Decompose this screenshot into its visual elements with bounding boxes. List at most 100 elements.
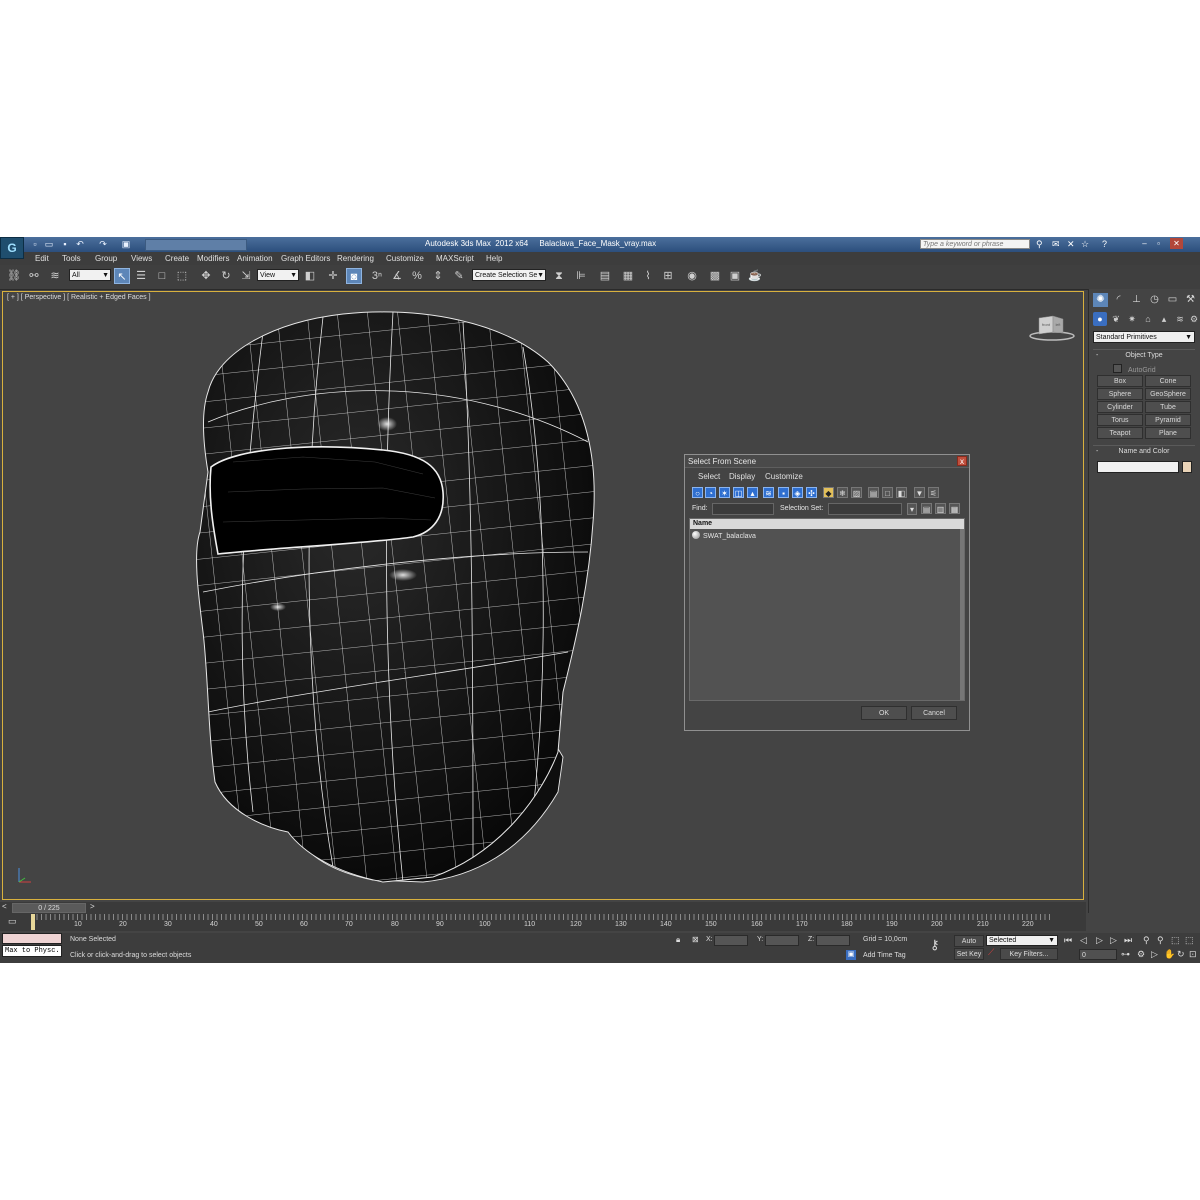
- filter-settings-icon[interactable]: ⚟: [928, 487, 939, 498]
- snaps-toggle-icon[interactable]: 3ⁿ: [369, 268, 385, 284]
- key-filter-icon[interactable]: ⟋: [988, 947, 994, 958]
- z-coordinate-field[interactable]: [816, 935, 850, 946]
- add-to-set-icon[interactable]: ▥: [935, 503, 946, 514]
- object-name-field[interactable]: [1097, 461, 1179, 473]
- previous-frame-icon[interactable]: ◁: [1080, 935, 1087, 945]
- systems-icon[interactable]: ⚙: [1187, 312, 1200, 326]
- name-and-color-rollout[interactable]: - Name and Color: [1093, 445, 1195, 457]
- object-type-rollout[interactable]: - Object Type: [1093, 349, 1195, 361]
- display-frozen-icon[interactable]: ❄: [837, 487, 848, 498]
- material-editor-icon[interactable]: ◉: [684, 268, 700, 284]
- box-button[interactable]: Box: [1097, 375, 1143, 387]
- menu-customize[interactable]: Customize: [386, 254, 424, 263]
- select-object-icon[interactable]: ↖: [114, 268, 130, 284]
- x-coordinate-field[interactable]: [714, 935, 748, 946]
- cone-button[interactable]: Cone: [1145, 375, 1191, 387]
- new-file-icon[interactable]: ▫: [30, 239, 40, 249]
- modify-tab-icon[interactable]: ◜: [1111, 293, 1126, 307]
- display-cameras-icon[interactable]: ◫: [733, 487, 744, 498]
- display-tab-icon[interactable]: ▭: [1165, 293, 1180, 307]
- selection-set-arrow-icon[interactable]: ▾: [907, 503, 917, 515]
- maxscript-listener-input[interactable]: [2, 933, 62, 944]
- workspace-field[interactable]: [145, 239, 247, 251]
- edit-named-selection-icon[interactable]: ✎: [451, 268, 467, 284]
- zoom-extents-all-icon[interactable]: ⬚: [1185, 935, 1194, 945]
- align-icon[interactable]: ⊫: [573, 268, 589, 284]
- project-folder-icon[interactable]: ▣: [121, 239, 131, 249]
- rendered-frame-window-icon[interactable]: ▣: [727, 268, 743, 284]
- orbit-icon[interactable]: ↻: [1177, 949, 1185, 959]
- select-invert-icon[interactable]: ◧: [896, 487, 907, 498]
- field-of-view-icon[interactable]: ▷: [1151, 949, 1158, 959]
- mirror-icon[interactable]: ⧗: [551, 268, 567, 284]
- pyramid-button[interactable]: Pyramid: [1145, 414, 1191, 426]
- save-icon[interactable]: ▪: [60, 239, 70, 249]
- menu-maxscript[interactable]: MAXScript: [436, 254, 474, 263]
- window-crossing-icon[interactable]: ⬚: [174, 268, 190, 284]
- list-scrollbar[interactable]: [960, 529, 964, 700]
- play-icon[interactable]: ▷: [1096, 935, 1103, 945]
- cameras-icon[interactable]: ⌂: [1141, 312, 1155, 326]
- create-tab-icon[interactable]: ✺: [1093, 293, 1108, 307]
- open-file-icon[interactable]: ▭: [44, 239, 54, 249]
- display-space-warps-icon[interactable]: ≋: [763, 487, 774, 498]
- filter-icon[interactable]: ▼: [914, 487, 925, 498]
- list-item[interactable]: SWAT_balaclava: [692, 531, 756, 542]
- select-and-move-icon[interactable]: ✥: [198, 268, 214, 284]
- graphite-modeling-icon[interactable]: ▦: [620, 268, 636, 284]
- select-all-icon[interactable]: ▤: [868, 487, 879, 498]
- menu-modifiers[interactable]: Modifiers: [197, 254, 229, 263]
- teapot-button[interactable]: Teapot: [1097, 427, 1143, 439]
- zoom-extents-icon[interactable]: ⬚: [1171, 935, 1180, 945]
- spinner-snap-icon[interactable]: ⇕: [430, 268, 446, 284]
- current-frame-field[interactable]: 0: [1079, 949, 1117, 960]
- menu-animation[interactable]: Animation: [237, 254, 273, 263]
- undo-icon[interactable]: ↶: [75, 239, 85, 249]
- object-color-swatch[interactable]: [1182, 461, 1192, 473]
- select-none-icon[interactable]: □: [882, 487, 893, 498]
- menu-edit[interactable]: Edit: [35, 254, 49, 263]
- favorites-icon[interactable]: ☆: [1081, 239, 1089, 249]
- select-by-name-icon[interactable]: ☰: [133, 268, 149, 284]
- add-time-tag[interactable]: Add Time Tag: [863, 952, 906, 959]
- absolute-mode-icon[interactable]: ⊠: [692, 935, 699, 944]
- go-to-start-icon[interactable]: ⏮: [1064, 935, 1072, 945]
- selection-filter-dropdown[interactable]: All ▼: [69, 269, 111, 281]
- menu-help[interactable]: Help: [486, 254, 502, 263]
- time-slider-next[interactable]: >: [90, 902, 95, 911]
- find-input[interactable]: [712, 503, 774, 515]
- maxscript-listener-output[interactable]: Max to Physc.: [2, 945, 62, 957]
- set-key-icon[interactable]: ⚷: [930, 937, 940, 953]
- binoculars-icon[interactable]: ⚲: [1036, 239, 1043, 249]
- menu-group[interactable]: Group: [95, 254, 117, 263]
- auto-key-button[interactable]: Auto Key: [954, 935, 984, 956]
- key-filters-button[interactable]: Key Filters...: [1000, 948, 1058, 960]
- minimize-button[interactable]: –: [1138, 238, 1151, 249]
- display-hidden-icon[interactable]: ▨: [851, 487, 862, 498]
- keyboard-shortcut-override-icon[interactable]: ◙: [346, 268, 362, 284]
- lights-icon[interactable]: ✷: [1125, 312, 1139, 326]
- menu-rendering[interactable]: Rendering: [337, 254, 374, 263]
- tube-button[interactable]: Tube: [1145, 401, 1191, 413]
- curve-editor-icon[interactable]: ⌇: [640, 268, 656, 284]
- name-column-header[interactable]: Name: [690, 519, 964, 529]
- pan-view-icon[interactable]: ✋: [1164, 949, 1175, 959]
- menu-views[interactable]: Views: [131, 254, 152, 263]
- search-input[interactable]: Type a keyword or phrase: [920, 239, 1030, 249]
- display-bones-icon[interactable]: ✣: [806, 487, 817, 498]
- select-and-link-icon[interactable]: ⛓: [6, 268, 22, 284]
- named-selection-dropdown[interactable]: Create Selection Se ▼: [472, 269, 546, 281]
- current-frame-marker[interactable]: [31, 914, 35, 930]
- menu-graph-editors[interactable]: Graph Editors: [281, 254, 330, 263]
- angle-snap-icon[interactable]: ∡: [389, 268, 405, 284]
- next-frame-icon[interactable]: ▷: [1110, 935, 1117, 945]
- reference-coordinate-dropdown[interactable]: View ▼: [257, 269, 299, 281]
- helpers-icon[interactable]: ▴: [1157, 312, 1171, 326]
- scene-object-list[interactable]: Name SWAT_balaclava: [689, 518, 965, 701]
- primitive-category-dropdown[interactable]: Standard Primitives ▼: [1093, 331, 1195, 343]
- ok-button[interactable]: OK: [861, 706, 907, 720]
- hierarchy-tab-icon[interactable]: ⊥: [1129, 293, 1144, 307]
- key-mode-toggle-icon[interactable]: ⊶: [1121, 949, 1130, 959]
- maximize-viewport-icon[interactable]: ⊡: [1189, 949, 1197, 959]
- remove-from-set-icon[interactable]: ▦: [949, 503, 960, 514]
